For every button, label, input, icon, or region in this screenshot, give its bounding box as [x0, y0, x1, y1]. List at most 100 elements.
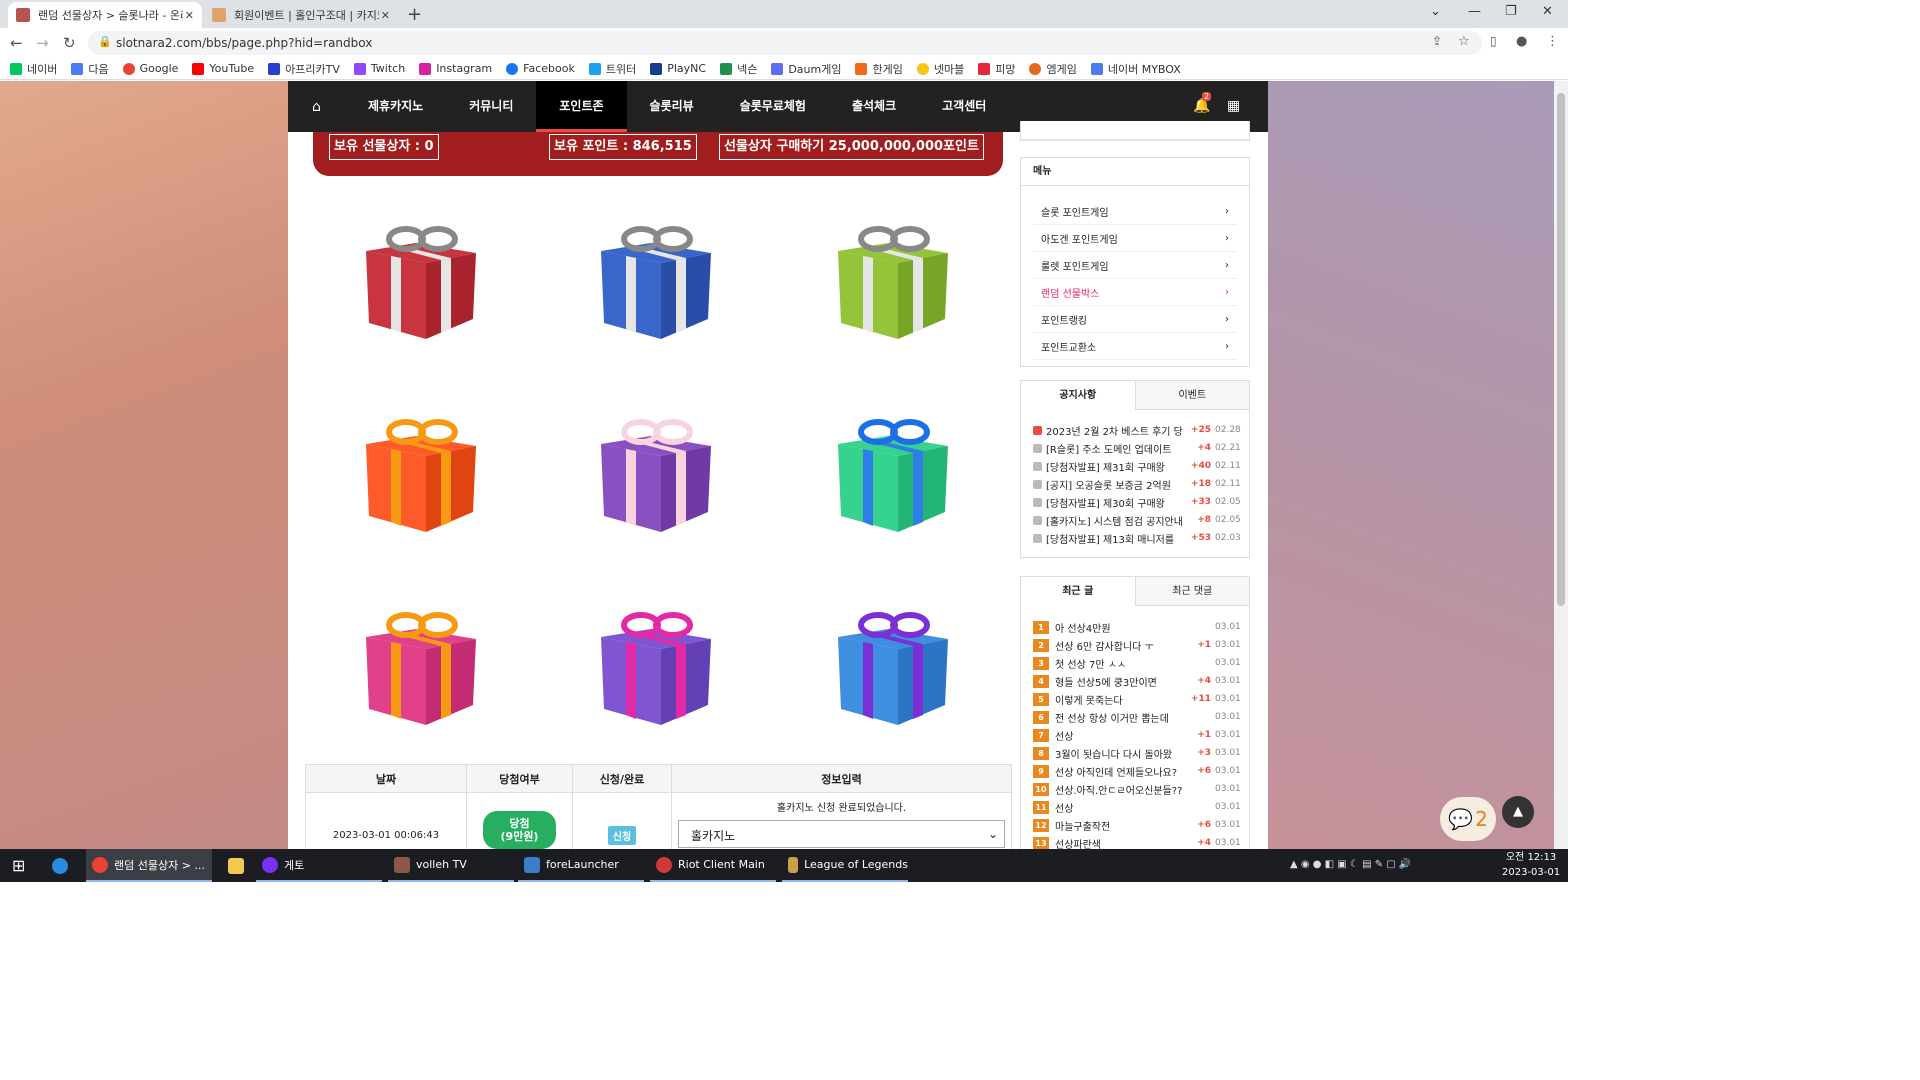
tray-icons[interactable]: ▲ ◉ ● ◧ ▣ ☾ ▤ ✎ ▢ 🔊 — [1290, 859, 1411, 870]
list-item[interactable]: [당첨자발표] 제30회 구매왕 +33 02.05 — [1021, 493, 1249, 511]
nav-slot-review[interactable]: 슬롯리뷰 — [627, 81, 717, 132]
list-item[interactable]: 9 선상 아직인데 언제들오나요? +6 03.01 — [1021, 762, 1249, 780]
request-button[interactable]: 신청 — [607, 826, 637, 845]
gift-box[interactable] — [596, 414, 716, 534]
minimize-icon[interactable]: — — [1468, 4, 1481, 19]
close-tab-icon[interactable]: ✕ — [185, 9, 194, 22]
bookmark-star-icon[interactable]: ☆ — [1458, 34, 1470, 49]
list-item[interactable]: 11 선상 03.01 — [1021, 798, 1249, 816]
ie-icon[interactable] — [46, 849, 74, 882]
file-explorer-icon[interactable] — [222, 849, 250, 882]
gift-box[interactable] — [833, 414, 953, 534]
gift-box[interactable] — [596, 221, 716, 341]
casino-select[interactable]: 홀카지노 ⌄ — [678, 820, 1005, 848]
tab-events[interactable]: 이벤트 — [1135, 381, 1249, 410]
chat-bubble-button[interactable]: 💬 2 — [1440, 797, 1496, 841]
list-item[interactable]: 13 선상파란색 +4 03.01 — [1021, 834, 1249, 849]
nav-community[interactable]: 커뮤니티 — [446, 81, 536, 132]
share-icon[interactable]: ⇪ — [1432, 34, 1442, 48]
sidebar-menu-item[interactable]: 아도겐 포인트게임 › — [1033, 225, 1237, 252]
reload-icon[interactable]: ↻ — [63, 34, 76, 52]
nav-point-zone[interactable]: 포인트존 — [536, 81, 627, 132]
list-item[interactable]: 7 선상 +1 03.01 — [1021, 726, 1249, 744]
maximize-icon[interactable]: ❐ — [1505, 4, 1517, 19]
bookmark-mgame[interactable]: 엠게임 — [1029, 61, 1077, 77]
scroll-top-button[interactable]: ▲ — [1502, 796, 1534, 828]
bookmark-instagram[interactable]: Instagram — [419, 62, 492, 75]
bookmark-afreecatv[interactable]: 아프리카TV — [268, 61, 340, 77]
gift-box[interactable] — [833, 607, 953, 727]
bookmark-youtube[interactable]: YouTube — [192, 62, 254, 75]
list-item[interactable]: 6 전 선상 항상 이거만 뽑는데 03.01 — [1021, 708, 1249, 726]
tab-recent-posts[interactable]: 최근 글 — [1021, 577, 1136, 606]
gift-box[interactable] — [361, 221, 481, 341]
sidebar-menu-item[interactable]: 슬롯 포인트게임 › — [1033, 198, 1237, 225]
list-item[interactable]: [당첨자발표] 제13회 매니저를 +53 02.03 — [1021, 529, 1249, 547]
bookmark-naver[interactable]: 네이버 — [10, 61, 57, 77]
tab-search-icon[interactable]: ⌄ — [1430, 4, 1441, 19]
buy-box-button[interactable]: 선물상자 구매하기 25,000,000,000포인트 — [719, 134, 984, 160]
tab-member-event[interactable]: 회원이벤트 | 홀인구조대 | 카지노 ✕ — [204, 2, 398, 28]
taskbar-forelauncher[interactable]: foreLauncher — [518, 849, 644, 882]
close-tab-icon[interactable]: ✕ — [381, 9, 390, 22]
list-item[interactable]: 2 선상 6만 감사합니다 ㅜ +1 03.01 — [1021, 636, 1249, 654]
home-icon[interactable]: ⌂ — [288, 99, 345, 115]
bookmark-nexon[interactable]: 넥슨 — [720, 61, 757, 77]
list-item[interactable]: 12 마늘구출작전 +6 03.01 — [1021, 816, 1249, 834]
gift-box[interactable] — [833, 221, 953, 341]
tab-randombox[interactable]: 랜덤 선물상자 > 슬롯나라 - 온라 ✕ — [8, 2, 202, 28]
sidebar-menu-item[interactable]: 포인트랭킹 › — [1033, 306, 1237, 333]
bookmark-facebook[interactable]: Facebook — [506, 62, 575, 75]
list-item[interactable]: 1 아 선상4만원 03.01 — [1021, 618, 1249, 636]
bookmark-twitch[interactable]: Twitch — [353, 62, 405, 75]
start-icon[interactable]: ⊞ — [6, 849, 25, 882]
taskbar-volleh[interactable]: volleh TV — [388, 849, 514, 882]
gift-box[interactable] — [361, 607, 481, 727]
bookmark-plaync[interactable]: PlayNC — [650, 62, 706, 75]
tab-recent-comments[interactable]: 최근 댓글 — [1135, 577, 1249, 606]
bookmark-daumgame[interactable]: Daum게임 — [771, 61, 841, 77]
list-item[interactable]: 10 선상.아직.안ㄷㄹ어오신분들?? 03.01 — [1021, 780, 1249, 798]
clock[interactable]: 오전 12:13 2023-03-01 — [1502, 850, 1560, 880]
url-field[interactable]: 🔒 slotnara2.com/bbs/page.php?hid=randbox — [88, 31, 1482, 55]
close-window-icon[interactable]: ✕ — [1542, 4, 1553, 19]
nav-free-slot[interactable]: 슬롯무료체험 — [717, 81, 829, 132]
profile-icon[interactable]: ● — [1516, 34, 1527, 49]
tab-notices[interactable]: 공지사항 — [1021, 381, 1136, 410]
gift-box[interactable] — [596, 607, 716, 727]
taskbar-geto[interactable]: 게토 — [256, 849, 382, 882]
bookmark-mybox[interactable]: 네이버 MYBOX — [1090, 61, 1181, 77]
taskbar-chrome[interactable]: 랜덤 선물상자 > ... — [86, 849, 212, 882]
bookmark-google[interactable]: Google — [122, 62, 178, 75]
list-item[interactable]: 4 형들 선상5에 쿵3만이면 +4 03.01 — [1021, 672, 1249, 690]
list-item[interactable]: 8 3월이 됫습니다 다시 돌아왔 +3 03.01 — [1021, 744, 1249, 762]
nav-partner-casino[interactable]: 제휴카지노 — [345, 81, 446, 132]
list-item[interactable]: [홀카지노] 시스템 점검 공지안내 +8 02.05 — [1021, 511, 1249, 529]
sidebar-menu-item[interactable]: 룰렛 포인트게임 › — [1033, 252, 1237, 279]
page-scrollbar[interactable] — [1554, 81, 1568, 849]
scrollbar-thumb[interactable] — [1557, 93, 1565, 606]
list-item[interactable]: [당첨자발표] 제31회 구매왕 +40 02.11 — [1021, 457, 1249, 475]
bookmark-netmarble[interactable]: 넷마블 — [916, 61, 964, 77]
nav-attendance[interactable]: 출석체크 — [829, 81, 919, 132]
side-panel-icon[interactable]: ▯ — [1490, 34, 1497, 48]
new-tab-icon[interactable]: + — [407, 4, 422, 25]
sidebar-menu-item[interactable]: 랜덤 선물박스 › — [1033, 279, 1237, 306]
lock-icon[interactable]: 🔒 — [98, 35, 112, 48]
sidebar-menu-item[interactable]: 포인트교환소 › — [1033, 333, 1237, 360]
bookmark-daum[interactable]: 다음 — [71, 61, 109, 77]
chrome-menu-icon[interactable]: ⋮ — [1546, 34, 1559, 49]
list-item[interactable]: 2023년 2월 2차 베스트 후기 당 +25 02.28 — [1021, 421, 1249, 439]
bookmark-pmang[interactable]: 피망 — [978, 61, 1015, 77]
list-item[interactable]: 5 이렇게 못죽는다 +11 03.01 — [1021, 690, 1249, 708]
taskbar-riot[interactable]: Riot Client Main — [650, 849, 776, 882]
bookmark-twitter[interactable]: 트위터 — [588, 61, 636, 77]
nav-support[interactable]: 고객센터 — [919, 81, 1009, 132]
bookmark-hangame[interactable]: 한게임 — [855, 61, 903, 77]
taskbar-lol[interactable]: League of Legends — [782, 849, 908, 882]
list-item[interactable]: [공지] 오공슬롯 보증금 2억원 +18 02.11 — [1021, 475, 1249, 493]
gift-box[interactable] — [361, 414, 481, 534]
forward-icon[interactable]: → — [36, 34, 49, 52]
list-item[interactable]: [R슬롯] 주소 도메인 업데이트 +4 02.21 — [1021, 439, 1249, 457]
back-icon[interactable]: ← — [10, 34, 23, 52]
